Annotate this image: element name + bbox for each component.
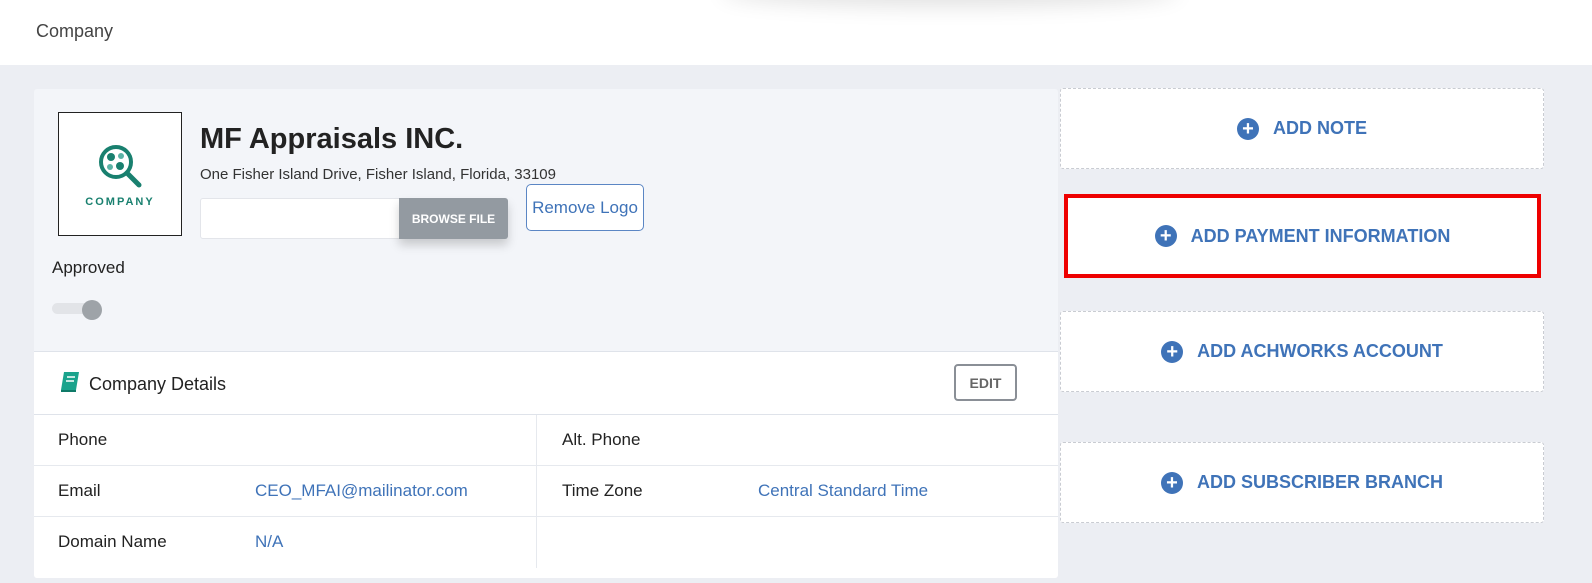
company-logo: COMPANY — [72, 126, 168, 222]
add-subscriber-branch-label: ADD SUBSCRIBER BRANCH — [1196, 472, 1443, 492]
time-zone-value: Central Standard Time — [758, 481, 929, 500]
add-achworks-account-button[interactable]: + ADD ACHWORKS ACCOUNT — [1060, 311, 1544, 392]
page-title: Company — [36, 21, 114, 41]
magnifier-logo-icon — [99, 145, 142, 188]
domain-name-value: N/A — [255, 532, 284, 551]
approved-label: Approved — [52, 258, 125, 277]
details-row: Email CEO_MFAI@mailinator.com Time Zone … — [34, 466, 1058, 517]
top-bar: Company — [0, 0, 1592, 65]
add-payment-information-button[interactable]: + ADD PAYMENT INFORMATION — [1064, 194, 1541, 278]
plus-circle-icon: + — [1154, 225, 1177, 247]
add-payment-information-label: ADD PAYMENT INFORMATION — [1190, 225, 1451, 246]
remove-logo-button[interactable]: Remove Logo — [526, 184, 644, 231]
logo-wordmark: COMPANY — [85, 196, 155, 208]
company-details-panel: Company Details EDIT Phone Alt. Phone Em… — [34, 351, 1058, 578]
add-note-label: ADD NOTE — [1273, 118, 1367, 138]
company-logo-frame: COMPANY — [58, 112, 182, 236]
time-zone-label: Time Zone — [562, 481, 643, 500]
alt-phone-label: Alt. Phone — [562, 430, 641, 449]
column-divider — [536, 415, 537, 466]
company-name: MF Appraisals INC. — [200, 123, 464, 155]
phone-label: Phone — [58, 430, 108, 449]
email-label: Email — [58, 481, 101, 500]
email-value[interactable]: CEO_MFAI@mailinator.com — [255, 481, 468, 501]
approved-toggle[interactable] — [52, 300, 102, 320]
column-divider — [536, 517, 537, 568]
details-row: Phone Alt. Phone — [34, 415, 1058, 466]
edit-button[interactable]: EDIT — [954, 364, 1017, 401]
company-card: COMPANY MF Appraisals INC. One Fisher Is… — [34, 89, 1058, 578]
plus-circle-icon: + — [1237, 117, 1259, 140]
company-details-header: Company Details EDIT — [34, 352, 1058, 415]
book-icon — [61, 372, 79, 392]
add-achworks-account-label: ADD ACHWORKS ACCOUNT — [1197, 341, 1443, 361]
plus-circle-icon: + — [1160, 471, 1183, 494]
domain-name-label: Domain Name — [58, 532, 167, 551]
column-divider — [536, 466, 537, 517]
add-note-button[interactable]: + ADD NOTE — [1060, 88, 1544, 169]
company-address: One Fisher Island Drive, Fisher Island, … — [200, 166, 556, 183]
add-subscriber-branch-button[interactable]: + ADD SUBSCRIBER BRANCH — [1060, 442, 1544, 523]
toggle-knob — [82, 300, 102, 320]
details-row: Domain Name N/A — [34, 517, 1058, 568]
company-details-title: Company Details — [89, 374, 227, 394]
plus-circle-icon: + — [1161, 340, 1184, 363]
browse-file-button[interactable]: BROWSE FILE — [399, 198, 508, 239]
